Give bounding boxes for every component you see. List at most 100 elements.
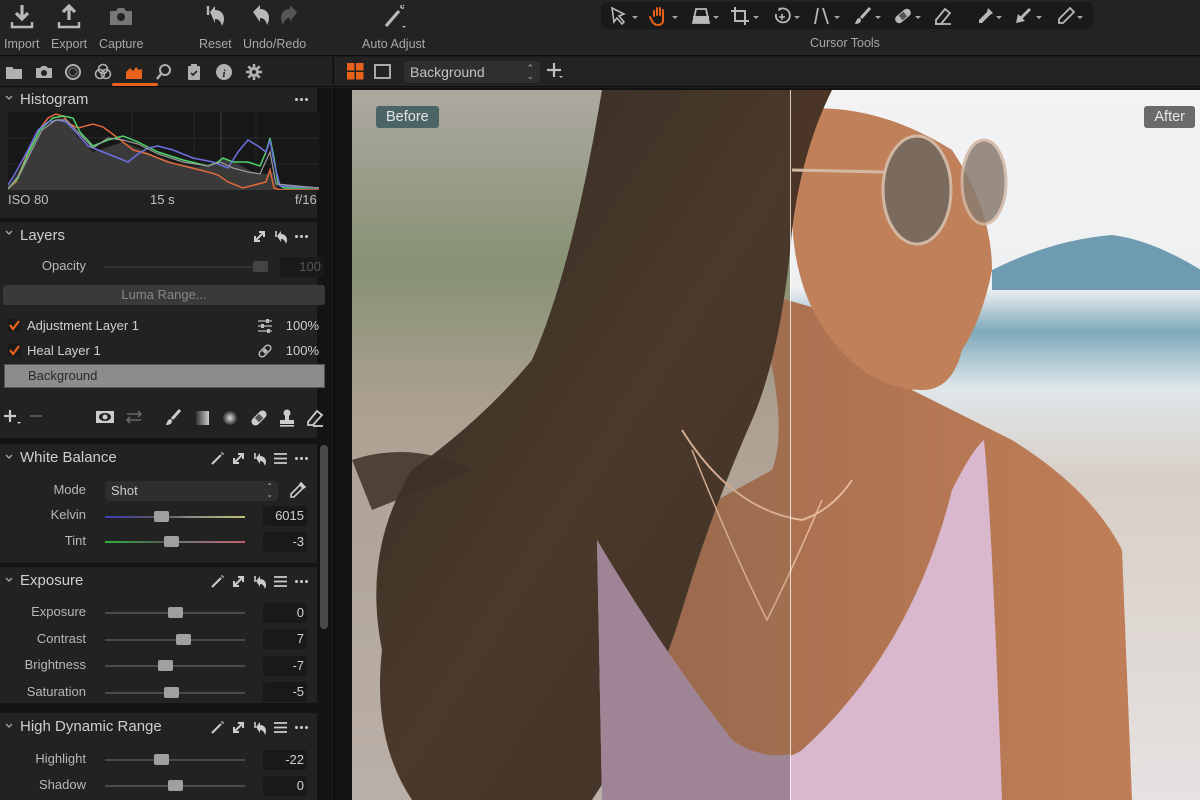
auto-wand-icon[interactable] — [210, 720, 225, 735]
shadow-slider[interactable] — [105, 780, 245, 791]
tab-exposure[interactable] — [123, 61, 145, 83]
reset-icon[interactable] — [252, 451, 267, 466]
annotation-tool[interactable] — [1054, 4, 1094, 28]
erase-mask-button[interactable] — [305, 408, 325, 433]
more-options-icon[interactable] — [294, 451, 309, 466]
brightness-slider-knob[interactable] — [158, 660, 174, 671]
add-layer-button[interactable] — [546, 62, 564, 85]
rotate-tool[interactable] — [771, 4, 811, 28]
more-options-icon[interactable] — [294, 574, 309, 589]
expand-icon[interactable] — [231, 720, 246, 735]
color-picker-tool[interactable] — [973, 4, 1013, 28]
tab-metadata[interactable]: i — [213, 61, 235, 83]
expand-icon[interactable] — [252, 229, 267, 244]
exposure-value[interactable]: 0 — [263, 603, 307, 623]
hdr-header[interactable]: High Dynamic Range — [0, 713, 317, 737]
view-mask-button[interactable] — [95, 408, 115, 433]
contrast-slider[interactable] — [105, 634, 245, 645]
saturation-slider-knob[interactable] — [163, 687, 179, 698]
exposure-slider[interactable] — [105, 607, 245, 618]
capture-button[interactable]: Capture — [99, 2, 143, 51]
tab-adjustments[interactable] — [183, 61, 205, 83]
layer-selector[interactable]: Background ⌃ ⌄ — [404, 61, 540, 83]
highlight-slider[interactable] — [105, 754, 245, 765]
tool-panel-scrollbar[interactable] — [320, 445, 328, 629]
reset-icon[interactable] — [252, 574, 267, 589]
tint-slider-knob[interactable] — [163, 536, 179, 547]
auto-adjust-button[interactable]: Auto Adjust — [362, 2, 425, 51]
luma-range-button[interactable]: Luma Range... — [3, 285, 325, 305]
heal-tool[interactable] — [892, 4, 932, 28]
radial-mask-button[interactable] — [220, 408, 240, 433]
invert-mask-button[interactable] — [125, 408, 145, 433]
presets-menu-icon[interactable] — [273, 574, 288, 589]
import-button[interactable]: Import — [4, 2, 39, 51]
presets-menu-icon[interactable] — [273, 720, 288, 735]
tint-slider[interactable] — [105, 536, 245, 547]
single-view-button[interactable] — [374, 63, 391, 85]
pan-tool[interactable] — [649, 4, 689, 28]
before-after-split-handle[interactable] — [790, 90, 791, 800]
export-button[interactable]: Export — [51, 2, 87, 51]
layer-row-background[interactable]: Background — [4, 364, 325, 388]
layer-row-adjustment-layer-1[interactable]: Adjustment Layer 1 100% — [4, 315, 325, 337]
tab-lens[interactable] — [62, 61, 84, 83]
contrast-slider-knob[interactable] — [176, 634, 192, 645]
kelvin-slider-knob[interactable] — [154, 511, 169, 522]
more-options-icon[interactable] — [294, 720, 309, 735]
undo-redo-button[interactable]: Undo/Redo — [243, 2, 306, 51]
tint-value[interactable]: -3 — [263, 532, 307, 552]
clone-mask-button[interactable] — [277, 408, 297, 433]
opacity-slider[interactable] — [105, 261, 268, 272]
reset-icon[interactable] — [252, 720, 267, 735]
wb-mode-select[interactable]: Shot ⌃ ⌄ — [105, 481, 278, 501]
exposure-header[interactable]: Exposure — [0, 567, 317, 591]
brush-mask-button[interactable] — [163, 408, 183, 433]
kelvin-value[interactable]: 6015 — [263, 506, 307, 526]
more-options-icon[interactable] — [294, 92, 309, 107]
select-tool[interactable] — [609, 4, 649, 28]
brush-tool[interactable] — [852, 4, 892, 28]
opacity-slider-knob[interactable] — [253, 261, 268, 272]
photo-canvas[interactable]: Before After — [352, 90, 1200, 800]
opacity-value[interactable]: 100 — [280, 257, 324, 277]
auto-wand-icon[interactable] — [210, 451, 225, 466]
kelvin-slider[interactable] — [105, 511, 245, 522]
more-options-icon[interactable] — [294, 229, 309, 244]
histogram-header[interactable]: Histogram — [0, 88, 317, 112]
checkbox-checked[interactable] — [8, 344, 21, 357]
tab-library[interactable] — [3, 61, 25, 83]
white-balance-header[interactable]: White Balance — [0, 444, 317, 468]
reset-icon[interactable] — [273, 229, 288, 244]
presets-menu-icon[interactable] — [273, 451, 288, 466]
heal-mask-button[interactable] — [249, 408, 269, 433]
auto-wand-icon[interactable] — [210, 574, 225, 589]
tab-settings[interactable] — [243, 61, 265, 83]
straighten-tool[interactable] — [811, 4, 851, 28]
reset-button[interactable]: Reset — [199, 2, 232, 51]
shadow-value[interactable]: 0 — [263, 776, 307, 796]
multi-view-button[interactable] — [347, 63, 364, 85]
tab-details[interactable] — [153, 61, 175, 83]
expand-icon[interactable] — [231, 574, 246, 589]
wb-eyedropper-icon[interactable] — [287, 481, 307, 501]
highlight-slider-knob[interactable] — [154, 754, 169, 765]
expand-icon[interactable] — [231, 451, 246, 466]
saturation-value[interactable]: -5 — [263, 682, 307, 702]
exposure-slider-knob[interactable] — [168, 607, 183, 618]
layers-header[interactable]: Layers — [0, 222, 317, 246]
add-layer-button[interactable] — [3, 408, 23, 433]
saturation-slider[interactable] — [105, 687, 245, 698]
gradient-mask-button[interactable] — [193, 408, 213, 433]
tab-color[interactable] — [92, 61, 114, 83]
remove-layer-button[interactable] — [28, 408, 48, 433]
eraser-tool[interactable] — [932, 4, 972, 28]
crop-tool[interactable] — [730, 4, 770, 28]
layer-row-heal-layer-1[interactable]: Heal Layer 1 100% — [4, 340, 325, 362]
checkbox-checked[interactable] — [8, 319, 21, 332]
brightness-value[interactable]: -7 — [263, 656, 307, 676]
highlight-value[interactable]: -22 — [263, 750, 307, 770]
shadow-slider-knob[interactable] — [168, 780, 183, 791]
contrast-value[interactable]: 7 — [263, 629, 307, 649]
tab-capture[interactable] — [33, 61, 55, 83]
